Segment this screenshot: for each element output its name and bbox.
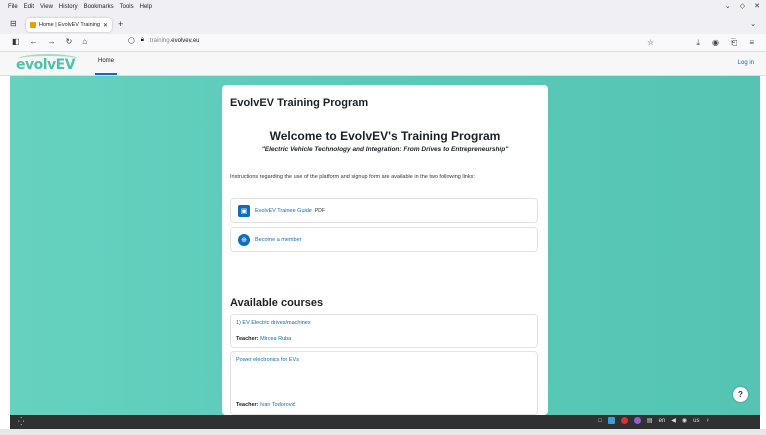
reload-icon[interactable]: ↻ [66,37,73,46]
program-subtitle: "Electric Vehicle Technology and Integra… [261,146,509,153]
menu-file[interactable]: File [8,4,18,10]
course-card[interactable]: 1) EV Electric drives/machines Teacher: … [230,314,538,348]
extensions-icon[interactable]: ⎗ [731,38,737,48]
url-bar[interactable]: ◯ 🔒︎ training.evolvev.eu [128,37,200,44]
course-link[interactable]: Power electronics for EVs [236,357,299,363]
app-menu-icon[interactable]: ≡ [749,38,754,48]
menu-help[interactable]: Help [140,4,152,10]
window-icon[interactable]: □ [598,418,602,424]
window-controls: ⌄ ◇ ✕ [725,2,760,10]
trainee-guide-link[interactable]: EvolvEV Trainee Guide [255,208,312,214]
teacher-link[interactable]: Mircea Ruba [260,336,291,342]
teacher-link[interactable]: Ivan Todorović [260,402,295,408]
shield-icon[interactable]: ◯ [128,37,135,44]
become-member-link[interactable]: Become a member [255,237,301,243]
downloads-icon[interactable]: ⤓ [696,38,700,48]
globe-icon: ⊕ [238,233,250,246]
logo-text: evolvEV [16,57,76,73]
welcome-heading: Welcome to EvolvEV's Training Program [269,129,501,143]
page-title: EvolvEV Training Program [230,97,369,109]
record-icon[interactable] [620,417,628,424]
available-courses-heading: Available courses [230,297,324,309]
browser-menubar: File Edit View History Bookmarks Tools H… [0,0,766,14]
bookmark-star-icon[interactable]: ☆ [647,38,654,47]
menu-history[interactable]: History [59,4,78,10]
instructions-text: Instructions regarding the use of the pl… [230,174,475,180]
course-link[interactable]: 1) EV Electric drives/machines [236,320,311,326]
site-logo[interactable]: evolvEV [14,54,90,75]
become-member-link-box[interactable]: ⊕ Become a member [230,227,538,252]
navigation-bar: ◧ ← → ↻ ⌂ ◯ 🔒︎ training.evolvev.eu ☆ ⤓ ◉… [0,34,766,52]
language-indicator[interactable]: en [659,418,666,424]
app-icon[interactable] [607,417,615,424]
back-icon[interactable]: ← [30,37,38,46]
keyboard-layout[interactable]: us [693,418,699,424]
sidebar-icon[interactable]: ◧ [12,37,20,46]
account-icon[interactable]: ◉ [712,38,719,48]
clipboard-icon[interactable]: ▤ [647,417,653,424]
lock-icon[interactable]: 🔒︎ [141,37,144,44]
url-text[interactable]: training.evolvev.eu [150,38,200,44]
tab-title: Home | EvolvEV Training P [39,22,101,28]
file-icon: ▣ [238,204,250,217]
tab-home[interactable]: Home | EvolvEV Training P ✕ [26,18,112,32]
course-teacher: Teacher: Mircea Ruba [236,336,292,342]
trainee-guide-link-box[interactable]: ▣ EvolvEV Trainee Guide PDF [230,198,538,223]
bottom-strip [0,429,766,435]
content-card: EvolvEV Training Program Welcome to Evol… [222,85,548,415]
nav-active-indicator [95,73,117,75]
login-link[interactable]: Log in [738,60,754,66]
menu-edit[interactable]: Edit [24,4,34,10]
close-window-icon[interactable]: ✕ [754,2,760,10]
tab-close-icon[interactable]: ✕ [103,22,108,29]
favicon-icon [30,22,36,28]
os-taskbar: ⁛ □ ▤ en ◀ ◉ us ♀ [10,415,760,429]
launcher-icon[interactable]: ⁛ [18,417,24,426]
notification-icon[interactable]: ♀ [706,418,711,424]
tab-tray-icon[interactable]: ⊟ [10,19,17,28]
minimize-icon[interactable]: ⌄ [725,2,731,10]
tab-strip: ⊟ Home | EvolvEV Training P ✕ + ⌄ [0,14,766,34]
network-icon[interactable]: ◉ [682,417,687,424]
forward-icon[interactable]: → [48,37,56,46]
course-teacher: Teacher: Ivan Todorović [236,402,296,408]
course-card[interactable]: Power electronics for EVs Teacher: Ivan … [230,351,538,415]
app-icon[interactable] [633,417,641,424]
tab-list-icon[interactable]: ⌄ [750,20,756,28]
nav-home-link[interactable]: Home [98,58,114,64]
menu-tools[interactable]: Tools [120,4,134,10]
home-icon[interactable]: ⌂ [82,37,87,46]
menu-view[interactable]: View [40,4,53,10]
site-header: evolvEV Home Log in [0,52,766,76]
system-tray: □ ▤ en ◀ ◉ us ♀ [598,417,710,424]
menu-bookmarks[interactable]: Bookmarks [84,4,114,10]
pdf-label: PDF [314,207,325,214]
maximize-icon[interactable]: ◇ [740,2,745,10]
help-button[interactable]: ? [733,387,748,402]
new-tab-icon[interactable]: + [118,19,123,29]
volume-icon[interactable]: ◀ [671,417,676,424]
